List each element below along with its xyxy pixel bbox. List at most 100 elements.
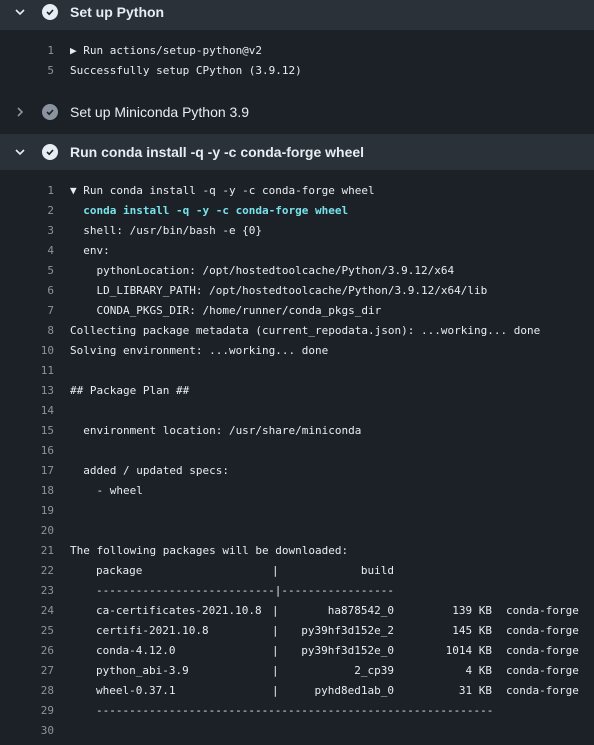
line-number: 10 (40, 344, 54, 357)
package-name: python_abi-3.9 (96, 664, 189, 677)
line-text: Solving environment: ...working... done (70, 344, 329, 357)
log-line: 4 env: (0, 241, 594, 261)
package-channel: conda-forge (506, 684, 579, 697)
check-circle-icon (42, 144, 58, 160)
log-line: 27 python_abi-3.9 | 2_cp39 4 KB conda-forge (0, 661, 594, 681)
line-number: 4 (47, 244, 54, 257)
chevron-down-icon[interactable] (14, 146, 26, 158)
log-line: 1 ▼ Run conda install -q -y -c conda-forg… (0, 181, 594, 201)
line-number: 30 (40, 724, 54, 737)
line-number: 20 (40, 524, 54, 537)
line-number: 19 (40, 504, 54, 517)
package-channel: conda-forge (506, 644, 579, 657)
log-line: 28 wheel-0.37.1 | pyhd8ed1ab_0 31 KB conda-fo… (0, 681, 594, 701)
line-number: 15 (40, 424, 54, 437)
line-number: 11 (40, 364, 54, 377)
log-line: 26 conda-4.12.0 | py39hf3d152e_0 1014 KB cond… (0, 641, 594, 661)
line-text: pythonLocation: /opt/hostedtoolcache/Pyt… (70, 264, 455, 277)
package-build: py39hf3d152e_2 (301, 624, 394, 637)
line-number: 29 (40, 704, 54, 717)
line-number: 1 (47, 44, 54, 57)
table-rule: ---------------------------|------------… (96, 584, 395, 597)
step-run-conda-install[interactable]: Run conda install -q -y -c conda-forge w… (0, 134, 594, 170)
line-number: 6 (47, 284, 54, 297)
log-line: 17 added / updated specs: (0, 461, 594, 481)
log-line: 24 ca-certificates-2021.10.8 | ha878542_0 13… (0, 601, 594, 621)
column-separator: | (272, 564, 279, 577)
log-line: 23 ---------------------------|----------… (0, 581, 594, 601)
line-text: Successfully setup CPython (3.9.12) (70, 64, 302, 77)
log-line: 2 conda install -q -y -c conda-forge whe… (0, 201, 594, 221)
step-title: Set up Miniconda Python 3.9 (70, 104, 250, 120)
log-line: 5 pythonLocation: /opt/hostedtoolcache/P… (0, 261, 594, 281)
package-size: 31 KB (458, 684, 492, 697)
log-line: 21 The following packages will be downloa… (0, 541, 594, 561)
package-size: 1014 KB (445, 644, 492, 657)
package-build: 2_cp39 (354, 664, 394, 677)
step-set-up-python[interactable]: Set up Python (0, 0, 594, 30)
line-number: 2 (47, 204, 54, 217)
log-line: 30 (0, 721, 594, 741)
line-number: 8 (47, 324, 54, 337)
package-channel: conda-forge (506, 664, 579, 677)
log-line: 18 - wheel (0, 481, 594, 501)
line-text: added / updated specs: (70, 464, 229, 477)
column-separator: | (272, 684, 279, 697)
check-circle-icon (42, 4, 58, 20)
line-number: 22 (40, 564, 54, 577)
package-channel: conda-forge (506, 624, 579, 637)
package-build: ha878542_0 (327, 604, 394, 617)
package-name: ca-certificates-2021.10.8 (96, 604, 262, 617)
line-number: 17 (40, 464, 54, 477)
chevron-right-icon[interactable] (14, 106, 26, 118)
line-text: Collecting package metadata (current_rep… (70, 324, 541, 337)
line-text[interactable]: ▶ Run actions/setup-python@v2 (70, 41, 262, 61)
line-text: shell: /usr/bin/bash -e {0} (70, 224, 263, 237)
line-number: 1 (47, 184, 54, 197)
log-line: 3 shell: /usr/bin/bash -e {0} (0, 221, 594, 241)
log-line: 22 package | build (0, 561, 594, 581)
line-number: 24 (40, 604, 54, 617)
line-number: 28 (40, 684, 54, 697)
line-number: 14 (40, 404, 54, 417)
line-text: - wheel (70, 484, 143, 497)
column-header-build: build (360, 564, 394, 577)
log-line: 10 Solving environment: ...working... don… (0, 341, 594, 361)
log-line: 20 (0, 521, 594, 541)
table-rule: ----------------------------------------… (96, 704, 494, 717)
line-number: 23 (40, 584, 54, 597)
package-name: certifi-2021.10.8 (96, 624, 209, 637)
line-text: conda install -q -y -c conda-forge wheel (70, 204, 349, 217)
line-number: 5 (47, 64, 54, 77)
package-size: 145 KB (452, 624, 492, 637)
log-line: 7 CONDA_PKGS_DIR: /home/runner/conda_pkg… (0, 301, 594, 321)
line-number: 13 (40, 384, 54, 397)
log-line: 13 ## Package Plan ## (0, 381, 594, 401)
line-text: environment location: /usr/share/minicon… (70, 424, 362, 437)
column-separator: | (272, 604, 279, 617)
line-number: 26 (40, 644, 54, 657)
line-text[interactable]: ▼ Run conda install -q -y -c conda-forge… (70, 181, 375, 201)
step-set-up-miniconda[interactable]: Set up Miniconda Python 3.9 (0, 94, 594, 130)
line-text: CONDA_PKGS_DIR: /home/runner/conda_pkgs_… (70, 304, 382, 317)
line-text: ## Package Plan ## (70, 384, 190, 397)
line-number: 21 (40, 544, 54, 557)
package-name: wheel-0.37.1 (96, 684, 176, 697)
line-number: 3 (47, 224, 54, 237)
chevron-down-icon[interactable] (14, 6, 26, 18)
line-number: 25 (40, 624, 54, 637)
line-number: 5 (47, 264, 54, 277)
log-line: 11 (0, 361, 594, 381)
log-line: 6 LD_LIBRARY_PATH: /opt/hostedtoolcache/… (0, 281, 594, 301)
package-size: 139 KB (452, 604, 492, 617)
line-number: 16 (40, 444, 54, 457)
step-title: Set up Python (70, 4, 165, 20)
line-number: 27 (40, 664, 54, 677)
line-text: LD_LIBRARY_PATH: /opt/hostedtoolcache/Py… (70, 284, 488, 297)
step-title: Run conda install -q -y -c conda-forge w… (70, 144, 365, 160)
line-number: 7 (47, 304, 54, 317)
log-line: 15 environment location: /usr/share/mini… (0, 421, 594, 441)
log-line: 14 (0, 401, 594, 421)
line-text: env: (70, 244, 110, 257)
log-line: 1 ▶ Run actions/setup-python@v2 (0, 41, 594, 61)
